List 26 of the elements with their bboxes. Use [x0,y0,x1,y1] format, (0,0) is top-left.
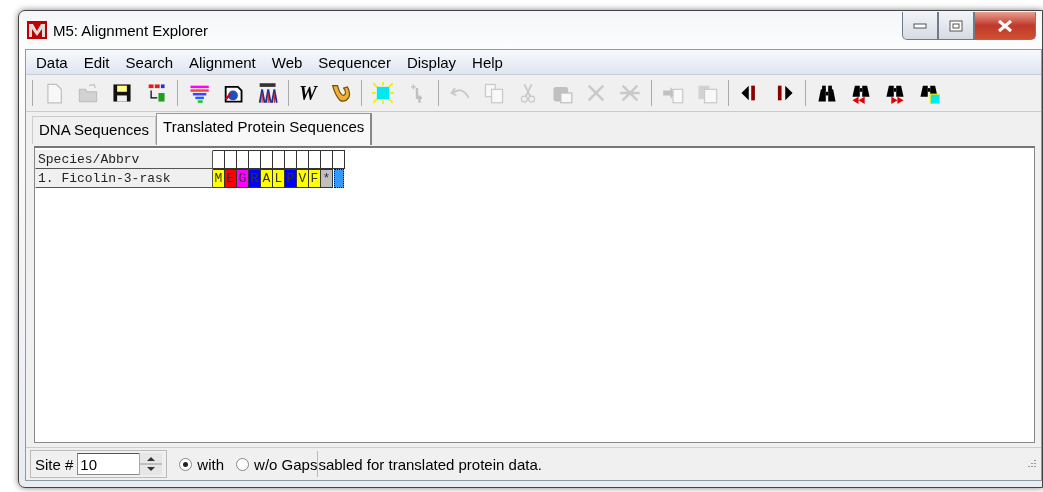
menu-item[interactable]: Display [398,51,465,73]
tab[interactable]: DNA Sequences [32,116,157,144]
menu-item[interactable]: Edit [75,51,118,73]
menu-item[interactable]: Web [263,51,311,73]
residue-cell[interactable]: G [237,169,249,188]
residue-cell[interactable]: * [321,169,333,188]
menu-item[interactable]: Search [117,51,182,73]
radio-label: w/o Gaps [254,455,318,473]
menu-item[interactable]: Sequencer [310,51,399,73]
residue-cell[interactable]: V [297,169,309,188]
menu-item[interactable]: Data [28,51,76,73]
site-number-field[interactable]: 10 [77,453,140,475]
menu-item[interactable]: Alignment [181,51,264,73]
tab[interactable]: Translated Protein Sequences [156,113,373,145]
residue-cell[interactable]: L [273,169,285,188]
window-title: M5: Alignment Explorer [53,21,209,39]
site-label: Site # [35,455,74,473]
residue-cell[interactable]: F [309,169,321,188]
radio-label: with [197,455,225,473]
status-message: sabled for translated protein data. [318,455,542,473]
sequence-name[interactable]: 1. Ficolin-3-rask [35,169,213,188]
menu-item[interactable]: Help [464,51,511,73]
clustal-button[interactable]: W [297,82,319,104]
residue-cell[interactable]: M [213,169,225,188]
residue-cell[interactable]: A [261,169,273,188]
column-header: Species/Abbrv [35,150,213,169]
